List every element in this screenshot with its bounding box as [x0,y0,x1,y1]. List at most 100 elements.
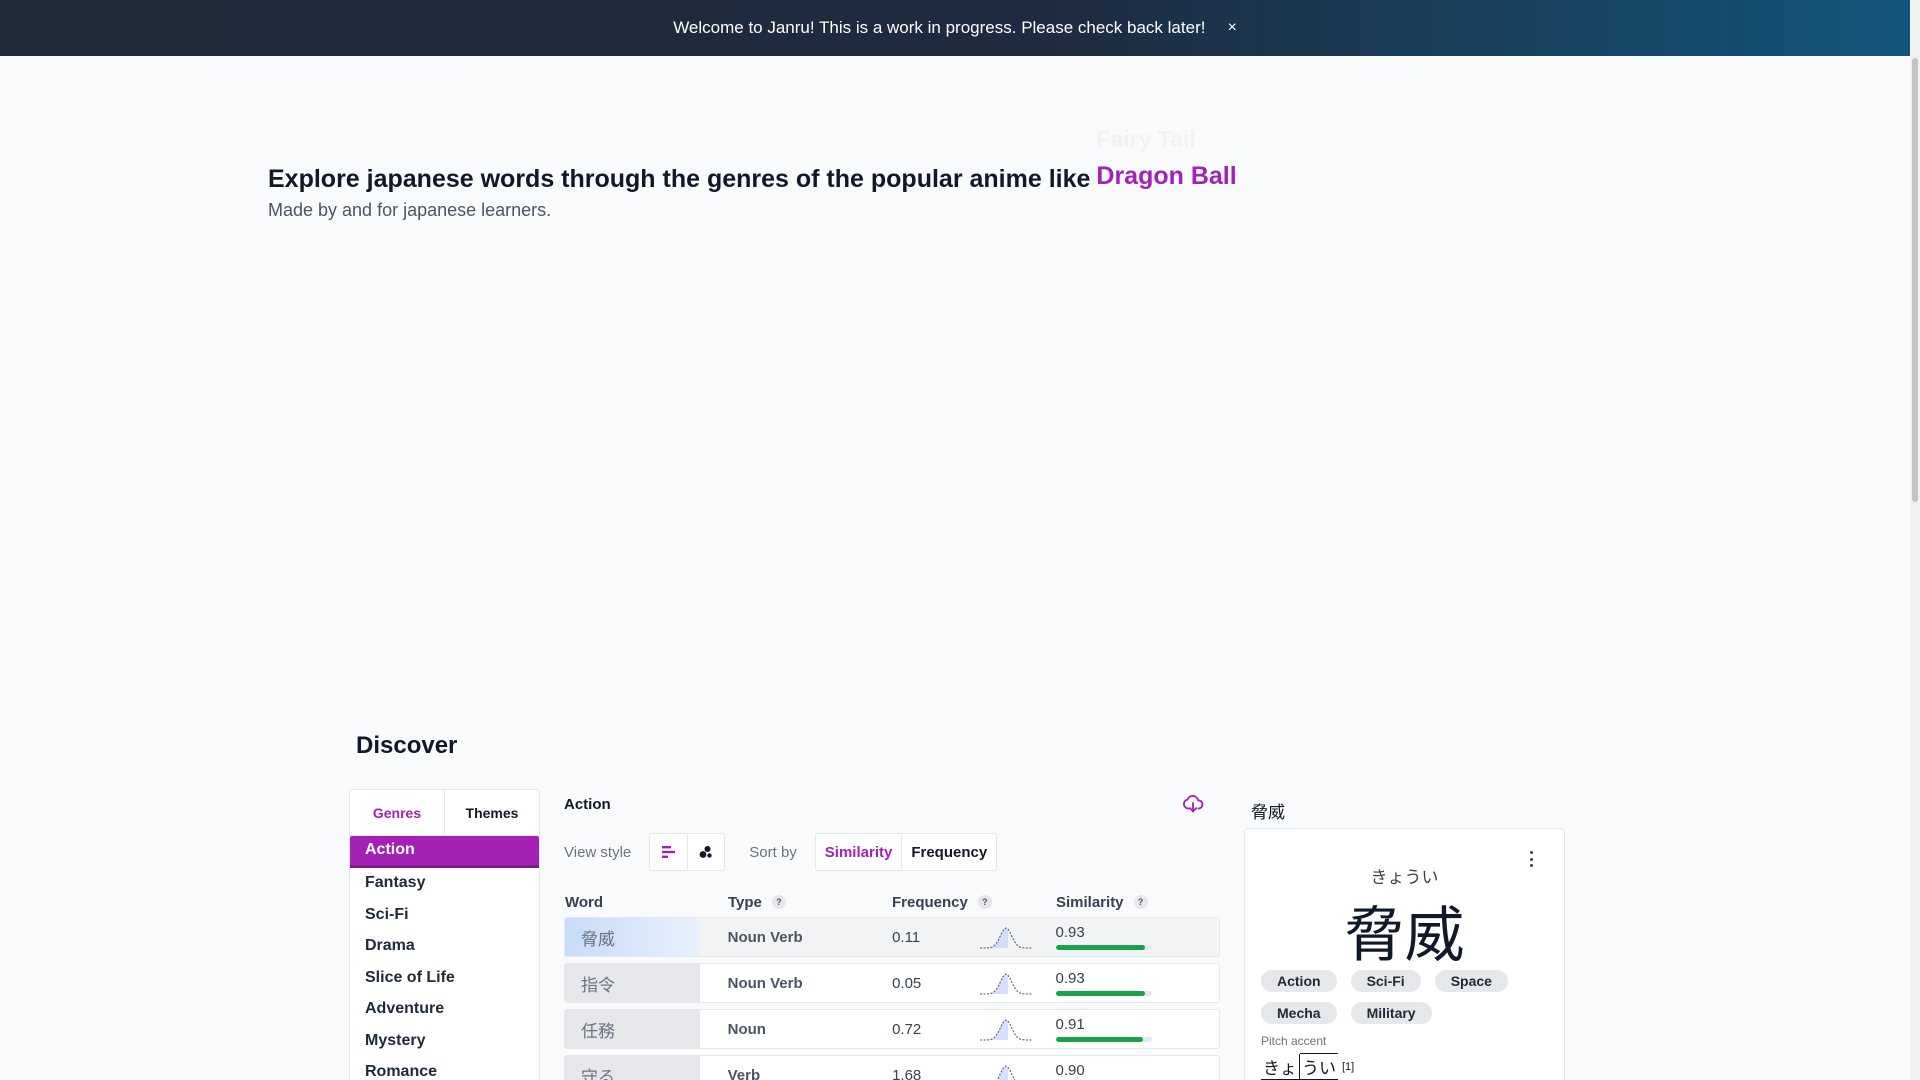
similarity-cell: 0.93 [1055,970,1219,996]
word-cell: 脅威 [565,918,700,956]
type-cell: Verb [727,1066,761,1080]
banner-message: Welcome to Janru! This is a work in prog… [673,18,1206,37]
type-cell: Noun Verb [727,928,803,946]
frequency-cell: 0.72 [892,1016,1055,1042]
similarity-help-icon[interactable]: ? [1133,895,1148,909]
frequency-help-icon[interactable]: ? [977,895,992,909]
discover-heading: Discover [356,732,458,759]
pitch-accent-label: Pitch accent [1261,1034,1327,1048]
type-help-icon[interactable]: ? [771,895,786,909]
similarity-cell: 0.93 [1055,924,1219,950]
sort-similarity-button[interactable]: Similarity [816,834,903,870]
similarity-cell: 0.90 [1056,1062,1219,1080]
word-list-header: Action [564,790,1220,818]
hero-section: Explore japanese words through the genre… [268,126,1256,221]
similarity-bar-track [1055,991,1152,996]
list-controls: View style Sort by Similarity Frequency [564,833,1220,871]
selected-genre-title: Action [564,795,611,813]
word-row[interactable]: 守る Verb 1.68 0.90 [564,1055,1220,1080]
bubble-view-button[interactable] [687,834,724,870]
similarity-value: 0.90 [1055,1062,1085,1079]
tab-themes[interactable]: Themes [445,790,539,835]
view-style-label: View style [564,843,632,861]
frequency-value: 0.05 [892,974,922,992]
genre-tag[interactable]: Mecha [1261,1002,1337,1024]
word-list-panel: Action View style Sort by Similarity Fre… [564,790,1220,1080]
word-detail-card: きょうい 脅威 Action Sci-Fi Space Mecha Milita… [1244,828,1565,1080]
pitch-accent: きょ うい [1] [1261,1053,1354,1080]
genre-tag[interactable]: Sci-Fi [1350,970,1421,992]
column-similarity: Similarity? [1056,894,1220,911]
detail-word-title: 脅威 [1251,803,1285,822]
frequency-distribution-icon [980,973,1033,995]
column-similarity-label: Similarity [1056,893,1124,911]
word-table-header: Word Type? Frequency? Similarity? [564,889,1220,915]
frequency-value: 0.72 [892,1020,922,1038]
hero-subtitle: Made by and for japanese learners. [268,200,552,220]
pitch-accent-number: [1] [1342,1060,1355,1073]
similarity-bar-track [1055,1037,1152,1042]
frequency-cell: 1.68 [892,1062,1055,1080]
similarity-bar [1055,1037,1143,1042]
current-anime-name: Dragon Ball [1096,162,1237,190]
word-rows: 脅威 Noun Verb 0.11 0.93 指令 Noun Verb 0.05… [564,917,1220,1080]
similarity-bar [1055,991,1145,996]
word-row[interactable]: 指令 Noun Verb 0.05 0.93 [564,963,1220,1003]
cloud-download-icon[interactable] [1182,793,1204,815]
sort-by-label: Sort by [749,843,797,861]
genre-item-drama[interactable]: Drama [350,931,539,963]
bubble-icon [699,846,712,858]
frequency-cell: 0.05 [892,970,1055,996]
pitch-low-mora: きょ [1261,1054,1300,1080]
page-scrollbar[interactable] [1910,0,1920,1080]
frequency-value: 0.11 [892,928,921,946]
scrollbar-thumb[interactable] [1912,58,1918,502]
frequency-cell: 0.11 [892,924,1055,950]
genre-tag[interactable]: Military [1350,1002,1432,1024]
previous-anime-name: Fairy Tail [1096,126,1196,152]
similarity-value: 0.91 [1055,1016,1085,1033]
similarity-bar [1055,945,1145,950]
word-row[interactable]: 脅威 Noun Verb 0.11 0.93 [564,917,1220,957]
genre-tag[interactable]: Action [1261,970,1337,992]
genre-tags: Action Sci-Fi Space Mecha Military [1261,970,1551,1024]
column-type: Type? [728,894,892,911]
column-frequency: Frequency? [892,894,1056,911]
column-word-label: Word [565,893,604,911]
genre-tag[interactable]: Space [1434,970,1508,992]
type-cell: Noun Verb [727,974,803,992]
type-cell: Noun [727,1020,766,1038]
word-cell: 指令 [565,964,700,1002]
genre-item-romance[interactable]: Romance [350,1057,539,1080]
pitch-high-mora: うい [1300,1053,1338,1080]
frequency-distribution-icon [980,927,1033,949]
genre-item-mystery[interactable]: Mystery [350,1025,539,1057]
view-style-toggle [649,833,726,871]
word-reading: きょうい [1370,868,1439,887]
genre-item-adventure[interactable]: Adventure [350,994,539,1026]
genre-item-action[interactable]: Action [350,836,539,868]
close-banner-button[interactable]: × [1227,19,1236,37]
frequency-distribution-icon [996,1065,1016,1080]
category-tabs: Genres Themes [350,790,539,836]
similarity-cell: 0.91 [1055,1016,1219,1042]
column-word: Word [564,894,728,911]
sort-frequency-button[interactable]: Frequency [902,834,996,870]
bar-view-button[interactable] [650,834,687,870]
similarity-bar-track [1055,945,1152,950]
similarity-value: 0.93 [1055,924,1085,941]
genre-item-fantasy[interactable]: Fantasy [350,868,539,900]
sort-toggle: Similarity Frequency [814,833,998,871]
anime-rotator: Fairy Tail Dragon Ball [1096,126,1256,194]
genre-item-slice-of-life[interactable]: Slice of Life [350,962,539,994]
word-kanji: 脅威 [1344,901,1465,971]
similarity-value: 0.93 [1055,970,1085,987]
column-type-label: Type [728,893,762,911]
tab-genres[interactable]: Genres [350,790,445,835]
bar-list-icon [661,846,675,858]
frequency-distribution-icon [980,1019,1033,1041]
word-row[interactable]: 任務 Noun 0.72 0.91 [564,1009,1220,1049]
hero-title: Explore japanese words through the genre… [268,165,1091,193]
genre-list: Action Fantasy Sci-Fi Drama Slice of Lif… [350,836,539,1080]
genre-item-sci-fi[interactable]: Sci-Fi [350,899,539,931]
